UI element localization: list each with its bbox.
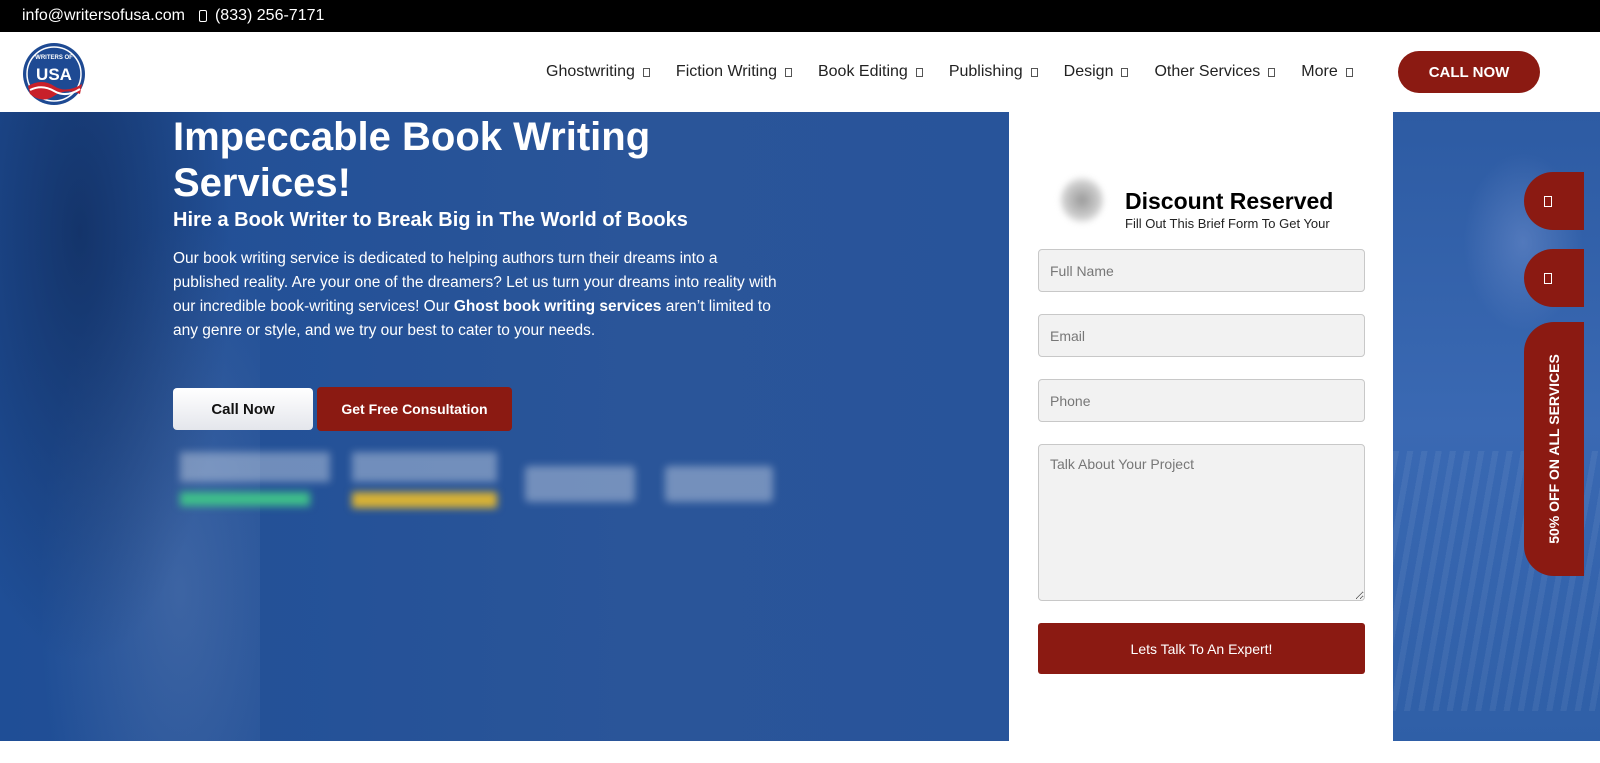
chevron-down-icon — [1268, 67, 1276, 77]
trust-badge — [525, 466, 635, 502]
discount-side-tab[interactable]: 50% OFF ON ALL SERVICES — [1524, 322, 1584, 576]
nav-label: Ghostwriting — [546, 63, 635, 80]
hero-title: Impeccable Book Writing Services! — [173, 114, 793, 206]
phone-icon — [1544, 195, 1552, 207]
trust-badge — [352, 452, 497, 508]
project-message-field[interactable] — [1038, 444, 1365, 601]
chevron-down-icon — [1030, 67, 1038, 77]
full-name-field[interactable] — [1038, 249, 1365, 292]
nav-label: More — [1301, 63, 1338, 80]
nav-design[interactable]: Design — [1064, 63, 1129, 81]
side-chat-button[interactable] — [1524, 249, 1584, 307]
nav-other-services[interactable]: Other Services — [1154, 63, 1276, 81]
form-title: Discount Reserved — [1125, 188, 1334, 214]
contact-email[interactable]: info@writersofusa.com — [22, 7, 185, 25]
chat-icon — [1544, 272, 1552, 284]
chevron-down-icon — [1345, 67, 1353, 77]
side-tab-label: 50% OFF ON ALL SERVICES — [1546, 354, 1562, 544]
nav-label: Design — [1063, 63, 1114, 80]
trust-badge — [180, 452, 330, 508]
site-logo[interactable]: USA WRITERS OF — [22, 42, 86, 106]
logo-text: USA — [36, 65, 72, 84]
trust-badge — [665, 466, 773, 502]
nav-label: Other Services — [1154, 63, 1261, 80]
nav-label: Book Editing — [817, 63, 908, 80]
talk-to-expert-button[interactable]: Lets Talk To An Expert! — [1038, 623, 1365, 674]
form-subtitle: Fill Out This Brief Form To Get Your — [1125, 216, 1330, 231]
page-bottom-strip — [0, 741, 1600, 763]
nav-book-editing[interactable]: Book Editing — [818, 63, 923, 81]
side-phone-button[interactable] — [1524, 172, 1584, 230]
discount-icon — [1060, 176, 1104, 224]
top-bar: info@writersofusa.com (833) 256-7171 — [0, 0, 1600, 32]
hero-title-regular: Impeccable — [173, 115, 403, 159]
nav-ghostwriting[interactable]: Ghostwriting — [546, 63, 650, 81]
logo-arc-text: WRITERS OF — [35, 55, 73, 61]
nav-fiction-writing[interactable]: Fiction Writing — [676, 63, 792, 81]
hero-call-now-button[interactable]: Call Now — [173, 388, 313, 430]
main-nav: Ghostwriting Fiction Writing Book Editin… — [546, 32, 1379, 112]
hero-description: Our book writing service is dedicated to… — [173, 247, 778, 343]
nav-publishing[interactable]: Publishing — [949, 63, 1038, 81]
hero-subtitle: Hire a Book Writer to Break Big in The W… — [173, 209, 688, 231]
email-field[interactable] — [1038, 314, 1365, 357]
free-consultation-button[interactable]: Get Free Consultation — [317, 387, 512, 431]
nav-label: Fiction Writing — [675, 63, 777, 80]
hero-desc-bold: Ghost book writing services — [453, 298, 662, 315]
chevron-down-icon — [915, 67, 923, 77]
phone-icon — [198, 10, 207, 22]
header-call-now-button[interactable]: CALL NOW — [1398, 51, 1540, 93]
chevron-down-icon — [1121, 67, 1129, 77]
phone-field[interactable] — [1038, 379, 1365, 422]
trust-badges — [180, 452, 780, 512]
chevron-down-icon — [642, 67, 650, 77]
contact-phone[interactable]: (833) 256-7171 — [215, 7, 324, 25]
site-header: USA WRITERS OF Ghostwriting Fiction Writ… — [0, 32, 1600, 112]
nav-label: Publishing — [948, 63, 1023, 80]
logo-badge-icon: USA WRITERS OF — [23, 43, 85, 105]
nav-more[interactable]: More — [1301, 63, 1353, 81]
chevron-down-icon — [784, 67, 792, 77]
